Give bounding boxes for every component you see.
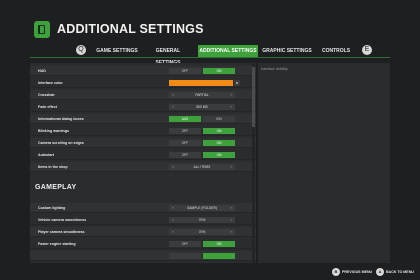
setting-row-vehicle-camera[interactable]: Vehicle camera smoothness ‹ 70% › xyxy=(30,215,256,225)
tab-controls[interactable]: CONTROLS xyxy=(318,45,354,57)
description-panel: Interface visibility xyxy=(258,63,390,263)
tab-general-settings[interactable]: GENERAL SETTINGS xyxy=(143,45,193,66)
arrow-right-icon[interactable]: › xyxy=(228,92,234,98)
setting-row-partial[interactable] xyxy=(30,251,256,261)
setting-label: Items in the shop xyxy=(38,165,68,169)
arrow-right-icon[interactable]: › xyxy=(228,164,234,170)
selector-value: 500 MS xyxy=(196,105,208,109)
arrow-left-icon[interactable]: ‹ xyxy=(170,217,176,223)
arrow-right-icon[interactable]: › xyxy=(228,217,234,223)
arrow-left-icon[interactable]: ‹ xyxy=(170,164,176,170)
camera-scrolling-toggle[interactable]: OFF ON xyxy=(169,140,256,146)
setting-row-camera-scrolling[interactable]: Camera scrolling on edges OFF ON xyxy=(30,138,256,148)
toggle-on[interactable]: EIN xyxy=(203,116,235,122)
custom-lighting-selector[interactable]: ‹ SAMPLE (FOLDER) › xyxy=(169,205,235,211)
toggle-off[interactable] xyxy=(169,253,201,259)
tab-additional-settings[interactable]: ADDITIONAL SETTINGS xyxy=(198,45,258,57)
setting-label: HUD xyxy=(38,69,46,73)
toggle-on[interactable]: ON xyxy=(203,152,235,158)
setting-row-hud[interactable]: HUD OFF ON xyxy=(30,66,256,76)
settings-panel: HUD OFF ON Interface color ● Crosshair ‹… xyxy=(30,63,256,263)
blinking-warnings-toggle[interactable]: OFF ON xyxy=(169,128,256,134)
toggle-on[interactable] xyxy=(203,253,235,259)
setting-label: Crosshair xyxy=(38,93,55,97)
description-text: Interface visibility xyxy=(261,67,288,71)
tab-game-settings[interactable]: GAME SETTINGS xyxy=(93,45,141,57)
player-camera-selector[interactable]: ‹ 70% › xyxy=(169,229,235,235)
fade-effect-selector[interactable]: ‹ 500 MS › xyxy=(169,104,235,110)
b-button-icon: B xyxy=(332,268,340,276)
tab-next-key-icon[interactable]: E xyxy=(362,45,372,55)
toggle-off[interactable]: OFF xyxy=(169,241,201,247)
toggle-on[interactable]: ON xyxy=(203,68,235,74)
interface-color-swatch[interactable] xyxy=(169,80,233,86)
setting-row-blinking-warnings[interactable]: Blinking warnings OFF ON xyxy=(30,126,256,136)
setting-label: Custom lighting xyxy=(38,206,66,210)
toggle-off[interactable]: OFF xyxy=(169,152,201,158)
toggle-off[interactable]: OFF xyxy=(169,128,201,134)
setting-row-interface-color[interactable]: Interface color ● xyxy=(30,78,256,88)
arrow-left-icon[interactable]: ‹ xyxy=(170,205,176,211)
toggle-off[interactable]: OFF xyxy=(169,68,201,74)
setting-row-player-camera[interactable]: Player camera smoothness ‹ 70% › xyxy=(30,227,256,237)
setting-row-fade-effect[interactable]: Fade effect ‹ 500 MS › xyxy=(30,102,256,112)
selector-value: ALL ITEMS xyxy=(193,165,211,169)
toggle-on[interactable]: ON xyxy=(203,128,235,134)
page-title: ADDITIONAL SETTINGS xyxy=(57,22,204,36)
toggle-off[interactable]: AUS xyxy=(169,116,201,122)
setting-label: Faster engine starting xyxy=(38,242,76,246)
setting-row-items-in-shop[interactable]: Items in the shop ‹ ALL ITEMS › xyxy=(30,162,256,172)
toggle-off[interactable]: OFF xyxy=(169,140,201,146)
setting-row-autostart[interactable]: Autostart OFF ON xyxy=(30,150,256,160)
arrow-left-icon[interactable]: ‹ xyxy=(170,92,176,98)
a-button-icon: A xyxy=(376,268,384,276)
arrow-left-icon[interactable]: ‹ xyxy=(170,104,176,110)
setting-row-info-dialogs[interactable]: Informational dialog boxes AUS EIN xyxy=(30,114,256,124)
setting-row-faster-engine[interactable]: Faster engine starting OFF ON xyxy=(30,239,256,249)
toggle-on[interactable]: ON xyxy=(203,241,235,247)
back-to-menu-button[interactable]: A BACK TO MENU xyxy=(376,268,418,276)
arrow-right-icon[interactable]: › xyxy=(228,205,234,211)
arrow-right-icon[interactable]: › xyxy=(228,104,234,110)
previous-menu-label: PREVIOUS MENU xyxy=(342,270,373,274)
setting-row-custom-lighting[interactable]: Custom lighting ‹ SAMPLE (FOLDER) › xyxy=(30,203,256,213)
autostart-toggle[interactable]: OFF ON xyxy=(169,152,256,158)
setting-row-crosshair[interactable]: Crosshair ‹ PARTIAL › xyxy=(30,90,256,100)
selector-value: 70% xyxy=(198,230,206,234)
crosshair-selector[interactable]: ‹ PARTIAL › xyxy=(169,92,235,98)
setting-label: Informational dialog boxes xyxy=(38,117,84,121)
selector-value: SAMPLE (FOLDER) xyxy=(187,206,217,210)
tab-prev-key-icon[interactable]: Q xyxy=(76,45,86,55)
previous-menu-button[interactable]: B PREVIOUS MENU xyxy=(332,268,378,276)
setting-label: Vehicle camera smoothness xyxy=(38,218,87,222)
vehicle-camera-selector[interactable]: ‹ 70% › xyxy=(169,217,235,223)
selector-value: 70% xyxy=(198,218,206,222)
setting-label: Camera scrolling on edges xyxy=(38,141,84,145)
arrow-right-icon[interactable]: › xyxy=(228,229,234,235)
tab-underline xyxy=(30,57,390,58)
selector-value: PARTIAL xyxy=(195,93,209,97)
setting-label: Autostart xyxy=(38,153,54,157)
back-to-menu-label: BACK TO MENU xyxy=(386,270,414,274)
partial-row-toggle[interactable] xyxy=(169,253,256,259)
setting-label: Interface color xyxy=(38,81,63,85)
setting-label: Blinking warnings xyxy=(38,129,69,133)
info-dialog-toggle[interactable]: AUS EIN xyxy=(169,116,256,122)
toggle-on[interactable]: ON xyxy=(203,140,235,146)
settings-scrollbar[interactable] xyxy=(252,63,255,263)
hud-toggle[interactable]: OFF ON xyxy=(169,68,256,74)
tab-graphic-settings[interactable]: GRAPHIC SETTINGS xyxy=(262,45,312,57)
settings-logo-icon xyxy=(34,21,50,38)
setting-label: Player camera smoothness xyxy=(38,230,85,234)
color-picker-icon[interactable]: ● xyxy=(234,80,240,86)
arrow-left-icon[interactable]: ‹ xyxy=(170,229,176,235)
section-title-gameplay: GAMEPLAY xyxy=(35,184,77,191)
setting-label: Fade effect xyxy=(38,105,57,109)
scrollbar-thumb[interactable] xyxy=(252,67,255,127)
faster-engine-toggle[interactable]: OFF ON xyxy=(169,241,256,247)
items-in-shop-selector[interactable]: ‹ ALL ITEMS › xyxy=(169,164,235,170)
